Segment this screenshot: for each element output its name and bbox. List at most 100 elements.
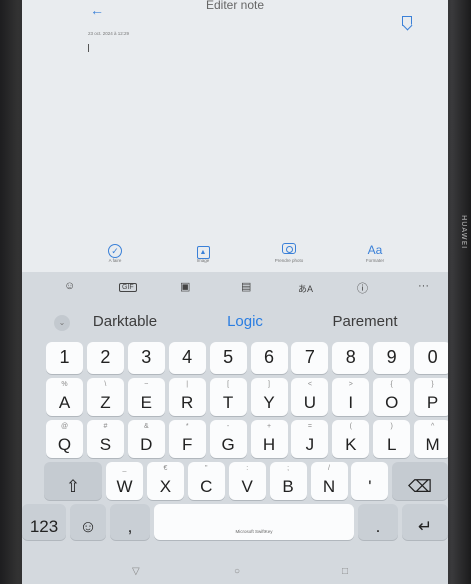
gif-icon[interactable]: GIF: [119, 283, 137, 292]
key-2[interactable]: 2: [86, 342, 124, 374]
navigation-bar: ▽ ○ □: [22, 566, 448, 584]
key-6[interactable]: 6: [250, 342, 288, 374]
clipboard-icon[interactable]: ▤: [241, 280, 251, 293]
key-n[interactable]: / N: [310, 462, 348, 500]
key-label: 6: [263, 347, 274, 367]
key-secondary-label: =: [307, 423, 312, 430]
chevron-down-icon[interactable]: ⌄: [54, 315, 70, 331]
key-label: S: [99, 435, 112, 454]
shift-key[interactable]: ⇧: [44, 462, 102, 500]
key-f[interactable]: * F: [168, 420, 206, 458]
key-0[interactable]: 0: [414, 342, 448, 374]
key-secondary-label: [: [227, 381, 230, 388]
take-photo-button[interactable]: Prendre photo: [254, 240, 324, 263]
key-3[interactable]: 3: [127, 342, 165, 374]
key-5[interactable]: 5: [209, 342, 247, 374]
info-icon[interactable]: ⓘ: [357, 280, 368, 296]
key-secondary-label: €: [163, 465, 168, 472]
editor-toolbar: ✓ A faire ▲ Image Prendre photo Aa Forma…: [62, 240, 448, 272]
key-label: L: [386, 435, 397, 454]
key-label: Y: [263, 393, 275, 412]
key-label: 1: [59, 347, 70, 367]
image-button[interactable]: ▲ Image: [168, 240, 238, 263]
key-label: R: [181, 393, 194, 412]
key-q[interactable]: @ Q: [46, 420, 83, 458]
key-label: F: [181, 435, 193, 454]
sticker-icon[interactable]: ☺: [64, 280, 75, 292]
key-label: 7: [304, 347, 315, 367]
backspace-key[interactable]: ⌫: [392, 462, 448, 500]
key-secondary-label: /: [328, 465, 330, 472]
key-label: ': [368, 477, 372, 496]
emoji-key[interactable]: ☺: [70, 504, 106, 540]
key-label: H: [262, 435, 276, 454]
key-label: .: [375, 517, 381, 536]
key-label: O: [385, 393, 399, 412]
text-caret: [88, 44, 89, 52]
key-g[interactable]: -G: [209, 420, 247, 458]
format-button[interactable]: Aa Formater: [340, 240, 410, 263]
check-circle-icon: ✓: [108, 244, 122, 258]
key-o[interactable]: {O: [373, 378, 411, 416]
key-t[interactable]: [T: [209, 378, 247, 416]
key-s[interactable]: # S: [86, 420, 124, 458]
key-7[interactable]: 7: [291, 342, 329, 374]
key-i[interactable]: > I: [332, 378, 370, 416]
mode-123-key[interactable]: 123: [22, 504, 66, 540]
keyboard-image-icon[interactable]: ▣: [180, 280, 190, 293]
key-secondary-label: ]: [268, 381, 270, 388]
note-body-input[interactable]: [80, 44, 440, 229]
key-v[interactable]: :V: [228, 462, 266, 500]
key-4[interactable]: 4: [168, 342, 206, 374]
enter-key[interactable]: ↵: [402, 504, 448, 540]
key-label: 123: [29, 517, 59, 536]
bookmark-icon[interactable]: [402, 16, 412, 26]
key-k[interactable]: (K: [332, 420, 370, 458]
key-e[interactable]: ~ E: [127, 378, 165, 416]
suggestion-right[interactable]: Parement: [310, 313, 420, 330]
suggestion-left[interactable]: Darktable: [70, 313, 180, 330]
key-8[interactable]: 8: [332, 342, 370, 374]
key-label: P: [426, 393, 439, 412]
key-y[interactable]: ] Y: [250, 378, 288, 416]
screen: ← Editer note 23 oct. 2024 à 12:29 ✓ A f…: [22, 0, 448, 584]
nav-recents-icon[interactable]: □: [342, 566, 348, 577]
key-a[interactable]: % A: [46, 378, 83, 416]
key-h[interactable]: + H: [250, 420, 288, 458]
key-apostrophe[interactable]: ': [351, 462, 389, 500]
key-label: E: [140, 393, 152, 412]
key-r[interactable]: | R: [168, 378, 206, 416]
key-w[interactable]: _ W: [106, 462, 143, 500]
translate-icon[interactable]: あA: [298, 282, 313, 295]
todo-button[interactable]: ✓ A faire: [80, 240, 150, 263]
key-u[interactable]: < U: [291, 378, 329, 416]
key-secondary-label: #: [103, 423, 108, 430]
key-m[interactable]: ^ M: [414, 420, 448, 458]
key-label: N: [322, 477, 336, 496]
key-label: 3: [141, 347, 152, 367]
key-9[interactable]: 9: [373, 342, 411, 374]
space-bar[interactable]: Microsoft SwiftKey: [154, 504, 354, 540]
more-icon[interactable]: ···: [418, 280, 429, 292]
period-key[interactable]: .: [358, 504, 398, 540]
key-p[interactable]: } P: [414, 378, 448, 416]
key-1[interactable]: 1: [46, 342, 83, 374]
nav-home-icon[interactable]: ○: [234, 566, 240, 577]
suggestion-center[interactable]: Logic: [190, 313, 300, 330]
camera-icon: [282, 243, 296, 254]
comma-key[interactable]: ,: [110, 504, 150, 540]
key-secondary-label: ): [390, 423, 393, 430]
key-l[interactable]: ) L: [373, 420, 411, 458]
key-j[interactable]: = J: [291, 420, 329, 458]
key-c[interactable]: " C: [187, 462, 225, 500]
key-secondary-label: _: [122, 465, 127, 472]
key-label: G: [221, 435, 235, 454]
key-label: M: [425, 435, 440, 454]
key-z[interactable]: \ Z: [86, 378, 124, 416]
key-label: U: [303, 393, 317, 412]
key-d[interactable]: & D: [127, 420, 165, 458]
key-label: W: [116, 477, 133, 496]
key-b[interactable]: ; B: [269, 462, 307, 500]
key-x[interactable]: € X: [146, 462, 184, 500]
nav-back-icon[interactable]: ▽: [132, 566, 140, 577]
